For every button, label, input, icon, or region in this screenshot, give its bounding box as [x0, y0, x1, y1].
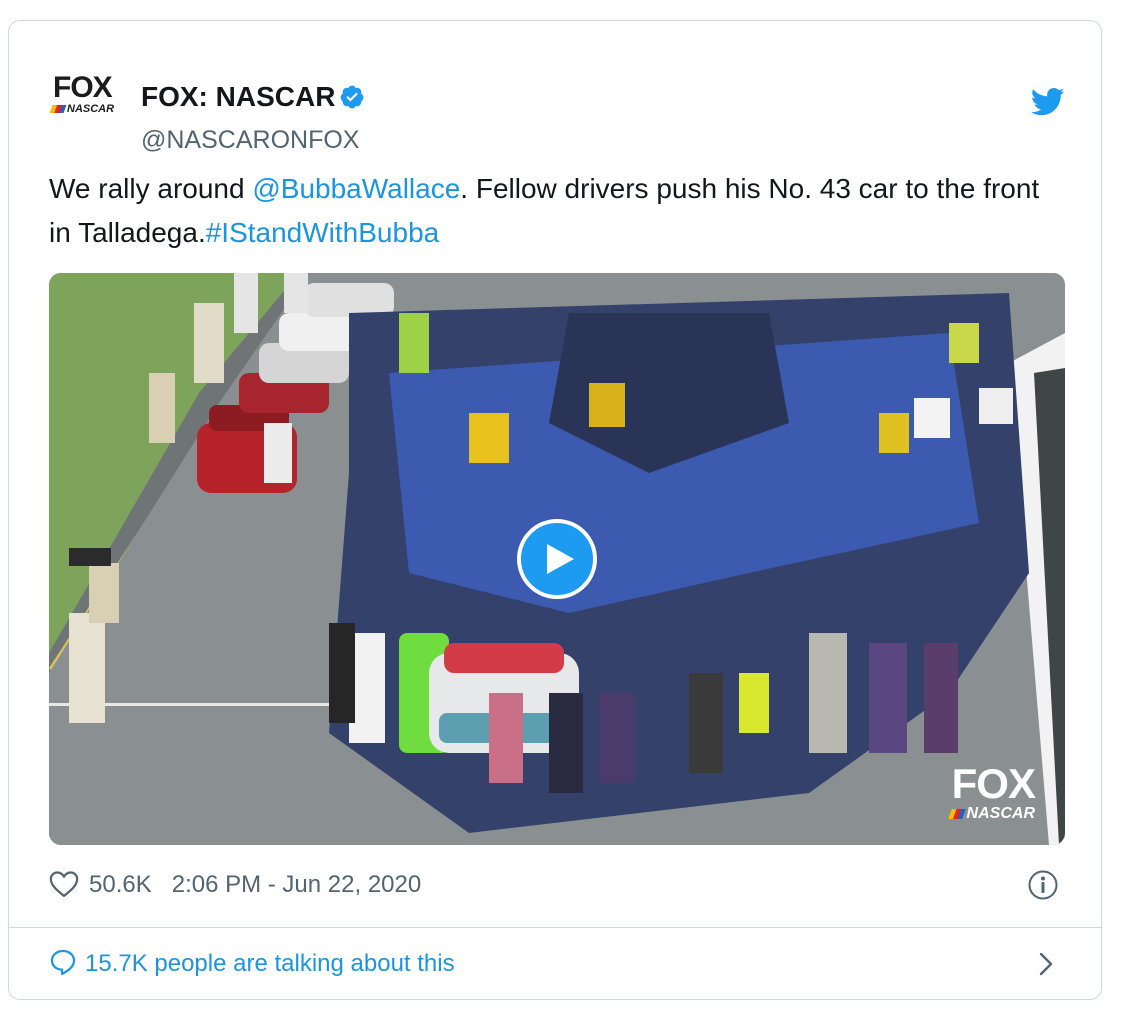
mention-link[interactable]: @BubbaWallace [252, 173, 460, 204]
conversation-label: 15.7K people are talking about this [85, 950, 455, 977]
tweet-meta: 50.6K 2:06 PM - Jun 22, 2020 [49, 867, 1061, 903]
fox-nascar-watermark: FOX NASCAR [935, 760, 1036, 825]
tweet-card: FOX NASCAR FOX: NASCAR @NASCARONFOX We r… [8, 20, 1102, 1000]
tweet-text-part: We rally around [49, 173, 253, 204]
speech-bubble-icon [50, 949, 76, 976]
chevron-right-icon[interactable] [1035, 951, 1057, 977]
verified-badge-icon [341, 85, 364, 109]
like-count[interactable]: 50.6K [89, 871, 152, 898]
watermark-fox: FOX [951, 760, 1036, 807]
avatar-logo-fox: FOX [53, 71, 113, 104]
divider [9, 927, 1101, 928]
author-name-text: FOX: NASCAR [141, 81, 336, 112]
heart-icon[interactable] [49, 870, 79, 898]
watermark-nascar: NASCAR [947, 805, 1035, 823]
author-handle[interactable]: @NASCARONFOX [141, 125, 359, 155]
hashtag-link[interactable]: #IStandWithBubba [206, 217, 440, 248]
twitter-bird-icon[interactable] [1031, 87, 1065, 117]
info-icon[interactable] [1027, 869, 1059, 901]
tweet-header: FOX NASCAR FOX: NASCAR @NASCARONFOX [49, 59, 1065, 154]
play-button[interactable] [517, 519, 597, 599]
avatar-logo-nascar: NASCAR [49, 103, 114, 115]
avatar[interactable]: FOX NASCAR [49, 73, 119, 123]
video-player[interactable]: FOX NASCAR [49, 273, 1065, 845]
author-display-name[interactable]: FOX: NASCAR [141, 81, 365, 113]
tweet-timestamp[interactable]: 2:06 PM - Jun 22, 2020 [172, 871, 422, 898]
conversation-link[interactable]: 15.7K people are talking about this [49, 945, 1061, 983]
tweet-text: We rally around @BubbaWallace. Fellow dr… [49, 167, 1059, 255]
play-icon [547, 544, 574, 574]
